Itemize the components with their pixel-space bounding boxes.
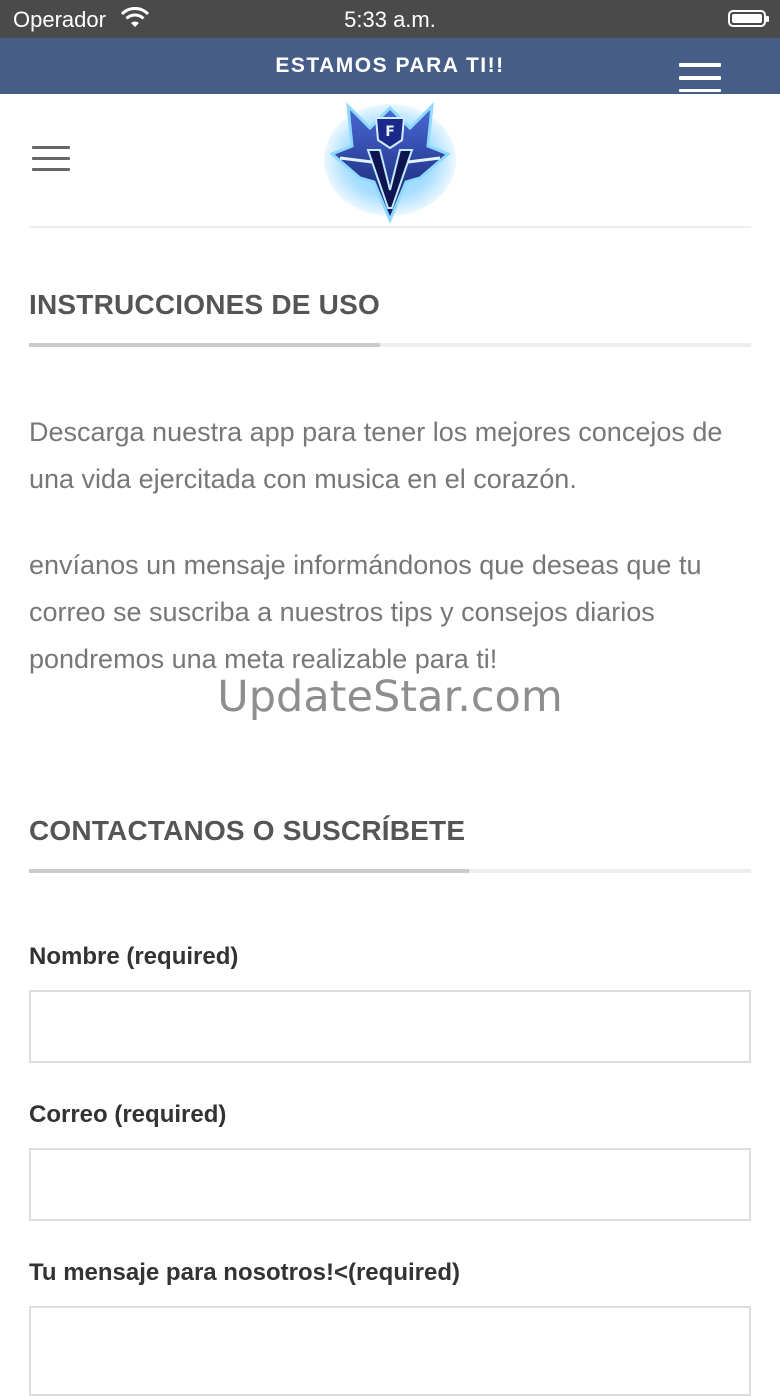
menu-icon[interactable]: [32, 146, 70, 172]
contact-title: CONTACTANOS O SUSCRÍBETE: [29, 815, 466, 846]
logo-letter: F: [385, 124, 395, 140]
message-field[interactable]: [29, 1306, 751, 1396]
header-divider: [29, 226, 751, 228]
instructions-title: INSTRUCCIONES DE USO: [29, 289, 380, 320]
instructions-title-rule: [29, 343, 751, 347]
watermark: UpdateStar.com: [217, 672, 563, 722]
site-header: F: [0, 94, 780, 228]
banner-text: ESTAMOS PARA TI!!: [275, 54, 505, 77]
instructions-paragraph-1: Descarga nuestra app para tener los mejo…: [29, 417, 723, 494]
clock: 5:33 a.m.: [344, 7, 436, 32]
site-logo[interactable]: F: [320, 98, 460, 224]
battery-icon: [728, 10, 769, 27]
email-label: Correo (required): [29, 1101, 227, 1128]
banner-menu-icon[interactable]: [679, 63, 721, 94]
contact-title-rule: [29, 869, 751, 873]
status-bar: Operador 5:33 a.m.: [0, 0, 780, 38]
top-banner: ESTAMOS PARA TI!!: [0, 38, 780, 94]
instructions-paragraph-2: envíanos un mensaje informándonos que de…: [29, 550, 702, 674]
name-field[interactable]: [29, 990, 751, 1063]
name-label: Nombre (required): [29, 943, 239, 970]
message-label: Tu mensaje para nosotros!<(required): [29, 1259, 460, 1286]
email-field[interactable]: [29, 1148, 751, 1221]
